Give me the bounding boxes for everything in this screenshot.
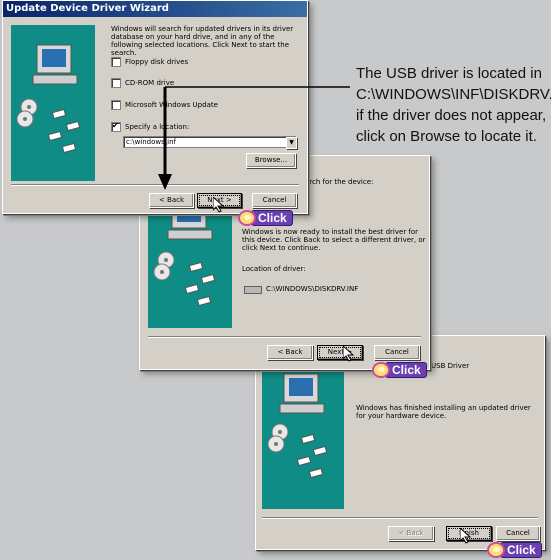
callout-text: The USB driver is located in C:\WINDOWS\… <box>356 63 551 147</box>
back-button[interactable]: < Back <box>267 345 313 360</box>
separator <box>262 517 538 519</box>
browse-button[interactable]: Browse... <box>246 153 296 168</box>
windows-update-checkbox[interactable] <box>111 100 121 110</box>
mouse-icon <box>487 542 505 558</box>
cursor-icon <box>343 346 355 362</box>
cdrom-label: CD-ROM drive <box>125 79 175 87</box>
computer-cd-icon <box>16 44 81 154</box>
callout-line-1: The USB driver is located in <box>356 65 542 82</box>
floppy-checkbox[interactable] <box>111 57 121 67</box>
separator <box>148 336 421 338</box>
cancel-button[interactable]: Cancel <box>252 193 297 208</box>
callout-line-3: if the driver does not appear, <box>356 107 547 124</box>
click-badge: Click <box>487 542 542 558</box>
back-button[interactable]: < Back <box>388 526 434 541</box>
wizard-artwork <box>11 25 95 181</box>
click-badge: Click <box>372 362 427 378</box>
search-intro: Windows will search for updated drivers … <box>111 25 294 57</box>
location-path: C:\WINDOWS\DISKDRV.INF <box>266 285 359 293</box>
callout-line-4: click on Browse to locate it. <box>356 128 537 145</box>
ready-heading: search for the device: <box>297 178 374 186</box>
chevron-down-icon: ▼ <box>289 139 294 146</box>
callout-line-2: C:\WINDOWS\INF\DISKDRV.inf <box>356 86 551 103</box>
cdrom-checkbox[interactable] <box>111 78 121 88</box>
location-dropdown-button[interactable]: ▼ <box>286 137 297 149</box>
click-badge: Click <box>238 210 293 226</box>
ready-body: Windows is now ready to install the best… <box>242 228 426 252</box>
mouse-icon <box>238 210 256 226</box>
specify-location-checkbox[interactable] <box>111 121 121 132</box>
drive-icon <box>244 286 262 294</box>
cursor-icon <box>213 197 225 213</box>
windows-update-label: Microsoft Windows Update <box>125 101 218 109</box>
finished-body: Windows has finished installing an updat… <box>356 404 531 420</box>
back-button[interactable]: < Back <box>149 193 194 208</box>
window-title: Update Device Driver Wizard <box>3 1 307 17</box>
mouse-icon <box>372 362 390 378</box>
specify-location-label: Specify a location: <box>125 123 190 131</box>
location-label: Location of driver: <box>242 265 306 273</box>
click-badge-label: Click <box>385 362 427 378</box>
click-badge-label: Click <box>500 542 542 558</box>
finished-heading: USB Driver <box>431 362 470 370</box>
cursor-icon <box>460 528 472 544</box>
separator <box>11 184 299 186</box>
next-button[interactable]: Next > <box>317 345 363 360</box>
cancel-button[interactable]: Cancel <box>374 345 420 360</box>
cancel-button[interactable]: Cancel <box>496 526 540 541</box>
click-badge-label: Click <box>251 210 293 226</box>
floppy-label: Floppy disk drives <box>125 58 189 66</box>
location-input[interactable]: c:\windows\inf <box>123 136 296 148</box>
wizard-window-search: Update Device Driver Wizard Windows will… <box>2 0 308 214</box>
